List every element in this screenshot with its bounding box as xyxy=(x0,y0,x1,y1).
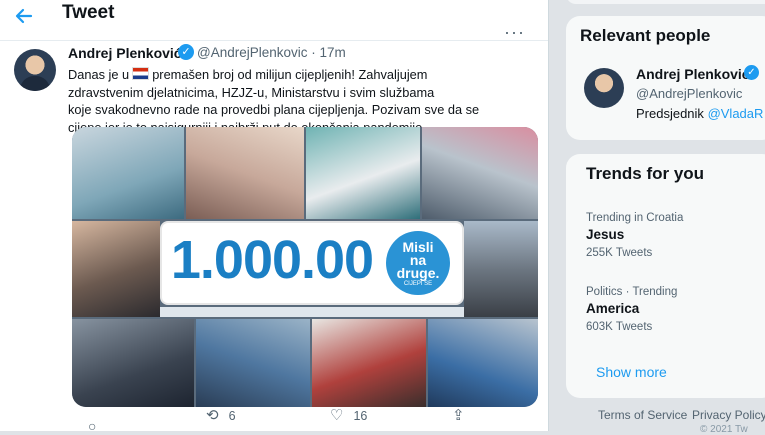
share-icon: ⇪ xyxy=(452,407,465,424)
tweet-line-3: koje svakodnevno rade na provedbi plana … xyxy=(68,102,480,117)
tweet-line-1: Danas je u premašen broj od milijun cijep… xyxy=(68,67,428,82)
like-button[interactable]: ♡ 16 xyxy=(330,406,367,424)
trends-title: Trends for you xyxy=(586,164,705,183)
terms-link[interactable]: Terms of Service xyxy=(598,408,687,422)
retweet-button[interactable]: ⟲ 6 xyxy=(206,406,236,424)
photo-tile xyxy=(186,127,304,219)
heart-icon: ♡ xyxy=(330,407,344,424)
header-divider xyxy=(0,40,548,41)
trend-item[interactable]: Trending in Croatia Jesus 255K Tweets xyxy=(586,212,683,259)
tweet-line-2: zdravstvenim djelatnicima, HZJZ-u, Minis… xyxy=(68,84,435,100)
search-box-edge[interactable] xyxy=(566,0,765,4)
trends-panel: Trends for you Trending in Croatia Jesus… xyxy=(566,154,765,398)
arrow-left-icon[interactable] xyxy=(12,6,36,28)
tweet-media-collage[interactable]: 1.000.00 Misli na druge. CIJEPI SE xyxy=(72,127,538,407)
like-count: 16 xyxy=(353,409,368,423)
croatia-flag-icon xyxy=(132,67,150,80)
photo-tile xyxy=(196,319,310,407)
verified-icon: ✓ xyxy=(744,65,759,80)
copyright-text: © 2021 Tw xyxy=(700,424,748,435)
photo-tile xyxy=(312,319,426,407)
author-name[interactable]: Andrej Plenković xyxy=(68,45,182,61)
photo-tile xyxy=(422,127,538,219)
author-avatar[interactable] xyxy=(14,49,56,91)
photo-tile xyxy=(464,221,538,317)
tweet-actions: ⟲ 6 ♡ 16 ⇪ xyxy=(72,404,538,428)
more-options-icon[interactable]: ··· xyxy=(504,22,525,43)
author-handle-time[interactable]: @AndrejPlenkovic · 17m xyxy=(197,45,346,60)
photo-tile xyxy=(306,127,420,219)
vaccination-banner: 1.000.00 Misli na druge. CIJEPI SE xyxy=(162,223,462,303)
relevant-person-handle[interactable]: @AndrejPlenkovic xyxy=(636,86,742,101)
share-button[interactable]: ⇪ xyxy=(452,406,475,424)
photo-tile xyxy=(72,127,184,219)
bio-link[interactable]: @VladaR xyxy=(708,106,764,121)
show-more-link[interactable]: Show more xyxy=(596,364,667,380)
retweet-icon: ⟲ xyxy=(206,407,219,424)
photo-tile xyxy=(72,221,160,317)
privacy-link[interactable]: Privacy Policy xyxy=(692,408,765,422)
main-column: Tweet Andrej Plenković ✓ @AndrejPlenkovi… xyxy=(0,0,549,434)
verified-icon: ✓ xyxy=(178,44,194,60)
photo-tile xyxy=(72,319,194,407)
trend-item[interactable]: Politics · Trending America 603K Tweets xyxy=(586,286,677,333)
header-bar: Tweet xyxy=(0,0,548,34)
relevant-people-panel: Relevant people Andrej Plenković ✓ @Andr… xyxy=(566,16,765,140)
misli-na-druge-badge: Misli na druge. CIJEPI SE xyxy=(386,231,450,295)
relevant-person-name[interactable]: Andrej Plenković xyxy=(636,66,750,82)
relevant-person-bio: Predsjednik @VladaR xyxy=(636,106,764,121)
retweet-count: 6 xyxy=(228,409,236,423)
reply-icon[interactable]: ○ xyxy=(88,418,96,434)
page-title: Tweet xyxy=(62,2,115,23)
relevant-person-avatar[interactable] xyxy=(584,68,624,108)
relevant-people-title: Relevant people xyxy=(580,26,711,45)
photo-tile xyxy=(160,307,464,317)
tweet-text: Danas je u premašen broj od milijun cijep… xyxy=(68,66,528,136)
banner-number: 1.000.00 xyxy=(170,230,374,290)
photo-tile xyxy=(428,319,538,407)
